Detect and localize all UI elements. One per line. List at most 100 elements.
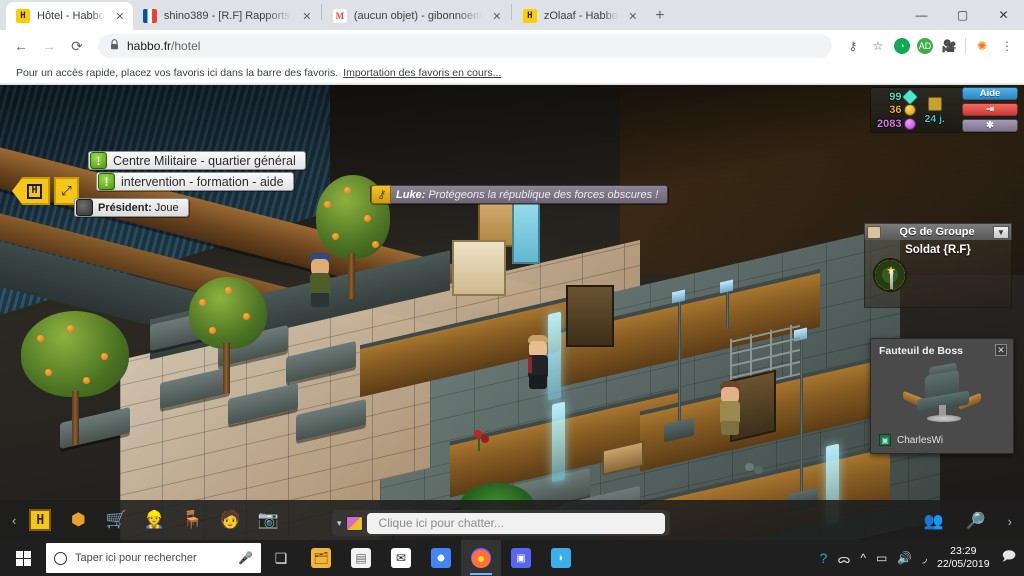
forward-icon[interactable]: → [36, 33, 62, 59]
hc-duration[interactable]: 24 j. [924, 90, 945, 130]
group-badge-icon [867, 225, 881, 239]
room-tag-label: Centre Militaire - quartier général [113, 153, 296, 168]
chat-bubble-luke[interactable]: ⚷ Luke: Protégeons la république des for… [370, 185, 669, 204]
chat-bubble-president[interactable]: Président: Joue [74, 198, 189, 217]
duckets-icon [904, 104, 917, 117]
french-flag-icon [142, 9, 157, 23]
taskbar-app-shield[interactable]: ◗ [541, 540, 581, 576]
settings-button[interactable]: ✱ [962, 119, 1018, 132]
currency-value: 36 [889, 104, 902, 117]
currency-credits[interactable]: 2083 [877, 117, 917, 130]
battery-icon[interactable]: ▭ [876, 551, 887, 565]
chat-input[interactable]: Clique ici pour chatter... [366, 512, 665, 534]
taskbar-app-notepad[interactable]: ▤ [341, 540, 381, 576]
chat-input-container[interactable]: ▾ Clique ici pour chatter... [332, 510, 670, 536]
habbo-home-icon[interactable]: H [24, 505, 56, 535]
toolbar-left-icons: ‹ H ⬢ 🛒 👷 🪑 🧑 📷 [0, 505, 284, 535]
browser-tab-0[interactable]: H Hôtel - Habbo ✕ [6, 2, 133, 30]
task-view-icon[interactable]: ❏ [261, 540, 301, 576]
tab-title: zOlaaf - Habbo [543, 10, 618, 22]
group-member-rank: Soldat {R.F} [905, 244, 971, 256]
scroll-right-icon[interactable]: › [1008, 514, 1012, 529]
taskbar-app-firefox[interactable] [461, 540, 501, 576]
tab-title: shino389 - [R.F] Rapports d'activ [163, 10, 292, 22]
friends-icon[interactable]: 👥 [918, 506, 950, 536]
start-icon[interactable] [0, 540, 46, 576]
catalogue-icon[interactable]: 🛒 [100, 505, 132, 535]
microphone-icon[interactable]: 🎤 [238, 551, 253, 565]
group-emblem-icon[interactable]: ★ [873, 258, 907, 292]
chrome-menu-icon[interactable]: ⋮ [998, 37, 1016, 55]
scroll-left-icon[interactable]: ‹ [12, 513, 16, 528]
minimize-button[interactable]: — [901, 0, 942, 30]
taskbar-app-mail[interactable]: ✉ [381, 540, 421, 576]
chat-style-icon[interactable] [345, 515, 363, 531]
habbo-game-canvas[interactable]: H ⤢ ! Centre Militaire - quartier généra… [0, 85, 1024, 540]
currency-value: 99 [889, 91, 902, 104]
extension-green-icon[interactable]: ◔ [894, 38, 910, 54]
red-roses-plant[interactable] [472, 430, 490, 452]
furniture-title: Fauteuil de Boss [879, 345, 964, 357]
maximize-button[interactable]: ▢ [942, 0, 983, 30]
windows-taskbar: Taper ici pour rechercher 🎤 ❏ 🗂 ▤ ✉ ▣ ◗ [0, 540, 1024, 576]
helper-hat-icon[interactable]: 👷 [138, 505, 170, 535]
close-window-button[interactable]: ✕ [983, 0, 1024, 30]
room-tag-1[interactable]: ! intervention - formation - aide [96, 172, 294, 191]
currency-value: 2083 [877, 117, 902, 130]
currency-duckets[interactable]: 36 [877, 104, 917, 117]
duck-painting[interactable] [452, 240, 506, 296]
currency-diamonds[interactable]: 99 [877, 88, 919, 106]
clock[interactable]: 23:29 22/05/2019 [937, 545, 990, 571]
furniture-info-card[interactable]: Fauteuil de Boss ✕ ▣ CharlesWi [870, 338, 1014, 454]
reload-icon[interactable]: ⟳ [64, 33, 90, 59]
address-bar[interactable]: habbo.fr/hotel [98, 34, 832, 58]
room-tag-0[interactable]: ! Centre Militaire - quartier général [88, 151, 306, 170]
chevron-down-icon[interactable]: ▼ [993, 225, 1009, 239]
import-bookmarks-link[interactable]: Importation des favoris en cours... [343, 67, 501, 79]
cortana-icon [54, 551, 67, 565]
taskbar-app-discord[interactable]: ▣ [501, 540, 541, 576]
inventory-icon[interactable]: 🪑 [176, 505, 208, 535]
screen-record-icon[interactable]: 🎥 [940, 37, 958, 55]
notification-icon[interactable]: 🗩 [1002, 547, 1016, 569]
shelf-unit-1[interactable] [566, 285, 614, 347]
browser-tab-2[interactable]: M (aucun objet) - gibonnoemie1@g ✕ [323, 2, 510, 30]
help-circle-icon[interactable]: ? [820, 550, 828, 566]
search-user-icon[interactable]: 🔎 [960, 506, 992, 536]
tab-close-icon[interactable]: ✕ [300, 9, 314, 23]
browser-tab-1[interactable]: shino389 - [R.F] Rapports d'activ ✕ [133, 2, 320, 30]
browser-tab-3[interactable]: H zOlaaf - Habbo ✕ [513, 2, 646, 30]
search-input[interactable]: Taper ici pour rechercher 🎤 [46, 543, 261, 573]
adblock-icon[interactable]: AD [917, 38, 933, 54]
avatar-profile-icon[interactable]: 🧑 [214, 505, 246, 535]
group-panel-header[interactable]: QG de Groupe ▼ [864, 223, 1012, 240]
hc-duration-label: 24 j. [924, 113, 945, 125]
camera-icon[interactable]: 📷 [252, 505, 284, 535]
credits-icon [904, 117, 917, 130]
tab-close-icon[interactable]: ✕ [490, 9, 504, 23]
close-icon[interactable]: ✕ [995, 344, 1007, 356]
people-share-icon[interactable]: ᯅ [837, 550, 850, 567]
navigator-icon[interactable]: ⬢ [62, 505, 94, 535]
taskbar-app-file-explorer[interactable]: 🗂 [301, 540, 341, 576]
bookmark-star-icon[interactable]: ☆ [869, 37, 887, 55]
url-host: habbo.fr [127, 39, 172, 53]
tab-separator [510, 4, 512, 20]
chevron-up-icon[interactable]: ^ [860, 551, 866, 565]
tab-close-icon[interactable]: ✕ [626, 9, 640, 23]
group-hq-panel: QG de Groupe ▼ Soldat {R.F} ★ [864, 223, 1012, 308]
volume-icon[interactable]: 🔊 [897, 551, 912, 565]
wifi-icon[interactable]: ◞ [922, 551, 927, 565]
taskbar-app-chrome[interactable] [421, 540, 461, 576]
help-button[interactable]: Aide [962, 87, 1018, 100]
tab-close-icon[interactable]: ✕ [113, 9, 127, 23]
key-icon[interactable]: ⚷ [844, 37, 862, 55]
new-tab-button[interactable]: + [646, 2, 674, 30]
logout-button[interactable]: ⇥ [962, 103, 1018, 116]
avast-icon[interactable]: ✺ [973, 37, 991, 55]
chevron-down-icon[interactable]: ▾ [337, 518, 342, 529]
toolbar-icons: ⚷ ☆ ◔ AD 🎥 ✺ ⋮ [840, 37, 1016, 55]
grey-plant[interactable] [745, 463, 767, 479]
leave-room-button[interactable]: H [12, 177, 50, 205]
back-icon[interactable]: ← [8, 33, 34, 59]
